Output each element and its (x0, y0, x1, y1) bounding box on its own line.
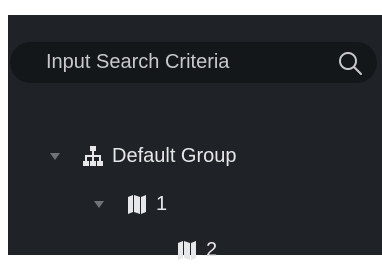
map-icon (128, 195, 146, 214)
tree-node-label: Default Group (112, 144, 237, 167)
tree-node-label: 2 (206, 238, 218, 261)
device-tree-panel: Default Group 1 2 (8, 15, 382, 261)
org-tree-icon (83, 146, 103, 166)
tree-node-map-2[interactable]: 2 (176, 236, 217, 264)
tree-toggle[interactable] (94, 190, 126, 218)
search-button[interactable] (337, 50, 363, 76)
tree-node-default-group[interactable]: Default Group (50, 142, 237, 170)
caret-down-icon (94, 200, 104, 208)
search-input[interactable] (46, 48, 316, 76)
map-icon (178, 241, 196, 260)
search-icon (339, 52, 362, 75)
tree-node-label: 1 (156, 192, 168, 215)
search-bar (10, 42, 377, 83)
tree-node-map-1[interactable]: 1 (94, 190, 167, 218)
caret-down-icon (50, 152, 60, 160)
tree-toggle[interactable] (50, 142, 82, 170)
